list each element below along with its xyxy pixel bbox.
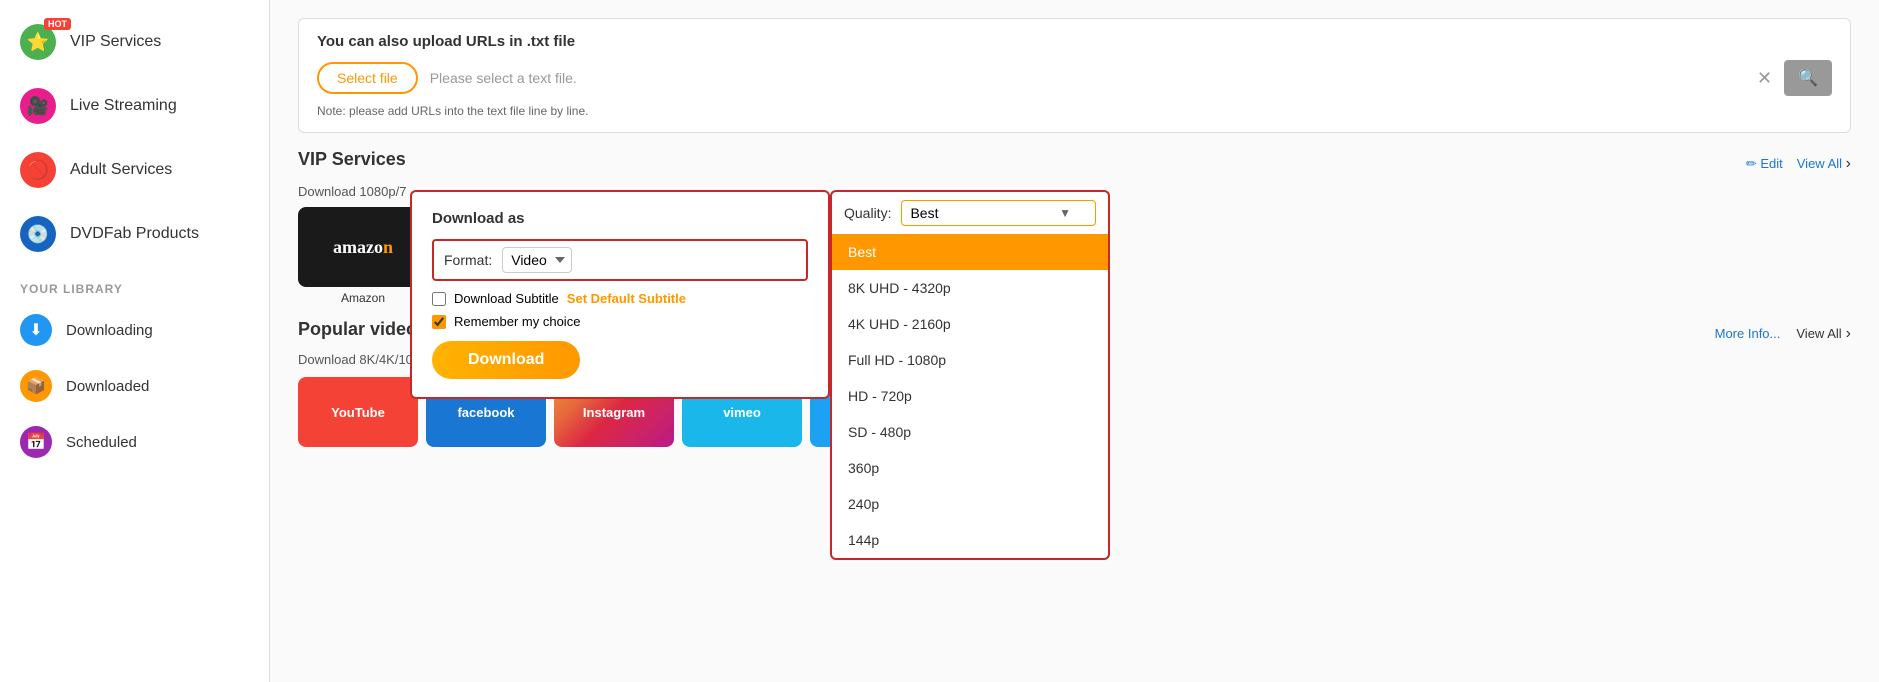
sidebar-item-label: Adult Services	[70, 161, 172, 179]
downloading-icon: ⬇	[20, 314, 52, 346]
search-button[interactable]: 🔍	[1784, 60, 1832, 96]
more-info-link[interactable]: More Info...	[1715, 326, 1781, 341]
sidebar: ⭐ VIP Services HOT 🎥 Live Streaming 🚫 Ad…	[0, 0, 270, 682]
youtube-card[interactable]: YouTube	[298, 377, 418, 447]
format-row: Format: Video Audio	[432, 239, 808, 281]
instagram-logo: Instagram	[583, 405, 645, 420]
upload-note: Note: please add URLs into the text file…	[317, 104, 1832, 118]
quality-option-720p[interactable]: HD - 720p	[832, 378, 1108, 414]
quality-option-best[interactable]: Best	[832, 234, 1108, 270]
dvdfab-products-icon: 💿	[20, 216, 56, 252]
sidebar-item-downloaded[interactable]: 📦 Downloaded	[0, 358, 269, 414]
edit-link[interactable]: ✏ Edit	[1746, 156, 1783, 172]
downloaded-icon: 📦	[20, 370, 52, 402]
lib-item-label: Downloading	[66, 322, 153, 339]
amazon-label: Amazon	[341, 291, 385, 305]
set-default-subtitle-link[interactable]: Set Default Subtitle	[567, 291, 686, 306]
quality-dropdown-panel: Quality: Best ▼ Best 8K UHD - 4320p 4K U…	[830, 190, 1110, 560]
youtube-logo: YouTube	[331, 405, 385, 420]
download-panel: Download as Format: Video Audio Download…	[410, 190, 830, 399]
sidebar-item-scheduled[interactable]: 📅 Scheduled	[0, 414, 269, 470]
hot-badge: HOT	[44, 18, 71, 30]
sidebar-item-downloading[interactable]: ⬇ Downloading	[0, 302, 269, 358]
sidebar-item-adult-services[interactable]: 🚫 Adult Services	[0, 138, 269, 202]
download-button[interactable]: Download	[432, 341, 580, 379]
library-header: YOUR LIBRARY	[0, 266, 269, 302]
amazon-card[interactable]: amazon	[298, 207, 428, 287]
amazon-card-wrap: amazon Amazon	[298, 207, 428, 305]
format-label: Format:	[444, 252, 492, 268]
sidebar-item-live-streaming[interactable]: 🎥 Live Streaming	[0, 74, 269, 138]
quality-option-240p[interactable]: 240p	[832, 486, 1108, 522]
quality-label: Quality:	[844, 205, 891, 221]
quality-option-1080p[interactable]: Full HD - 1080p	[832, 342, 1108, 378]
sidebar-item-vip-services[interactable]: ⭐ VIP Services HOT	[0, 10, 269, 74]
subtitle-label: Download Subtitle	[454, 291, 559, 306]
upload-title: You can also upload URLs in .txt file	[317, 33, 1832, 50]
quality-current-value: Best	[910, 205, 938, 221]
sidebar-item-label: Live Streaming	[70, 97, 177, 115]
popular-view-all-link[interactable]: View All ›	[1796, 325, 1851, 343]
download-as-title: Download as	[432, 210, 808, 227]
upload-section: You can also upload URLs in .txt file Se…	[298, 18, 1851, 133]
quality-option-8k[interactable]: 8K UHD - 4320p	[832, 270, 1108, 306]
quality-dropdown-arrow-icon: ▼	[1059, 206, 1071, 220]
edit-viewall-controls: ✏ Edit View All ›	[1746, 155, 1851, 173]
quality-select-display[interactable]: Best ▼	[901, 200, 1096, 226]
quality-header-row: Quality: Best ▼	[832, 192, 1108, 234]
sidebar-item-label: VIP Services	[70, 33, 161, 51]
live-streaming-icon: 🎥	[20, 88, 56, 124]
view-all-link[interactable]: View All ›	[1797, 155, 1851, 173]
main-content: You can also upload URLs in .txt file Se…	[270, 0, 1879, 682]
quality-option-480p[interactable]: SD - 480p	[832, 414, 1108, 450]
vip-section-title: VIP Services	[298, 149, 406, 170]
amazon-logo-text: amazon	[333, 237, 393, 258]
subtitle-row: Download Subtitle Set Default Subtitle	[432, 291, 808, 306]
remember-row: Remember my choice	[432, 314, 808, 329]
lib-item-label: Downloaded	[66, 378, 149, 395]
subtitle-checkbox[interactable]	[432, 292, 446, 306]
lib-item-label: Scheduled	[66, 434, 137, 451]
quality-option-360p[interactable]: 360p	[832, 450, 1108, 486]
quality-option-4k[interactable]: 4K UHD - 2160p	[832, 306, 1108, 342]
adult-services-icon: 🚫	[20, 152, 56, 188]
vimeo-logo: vimeo	[723, 405, 761, 420]
facebook-logo: facebook	[457, 405, 514, 420]
file-placeholder: Please select a text file.	[430, 70, 1745, 86]
quality-option-144p[interactable]: 144p	[832, 522, 1108, 558]
select-file-button[interactable]: Select file	[317, 62, 418, 94]
sidebar-item-label: DVDFab Products	[70, 225, 199, 243]
remember-checkbox[interactable]	[432, 315, 446, 329]
close-icon[interactable]: ✕	[1757, 68, 1772, 89]
format-select[interactable]: Video Audio	[502, 247, 572, 273]
sidebar-item-dvdfab-products[interactable]: 💿 DVDFab Products	[0, 202, 269, 266]
scheduled-icon: 📅	[20, 426, 52, 458]
remember-label: Remember my choice	[454, 314, 580, 329]
